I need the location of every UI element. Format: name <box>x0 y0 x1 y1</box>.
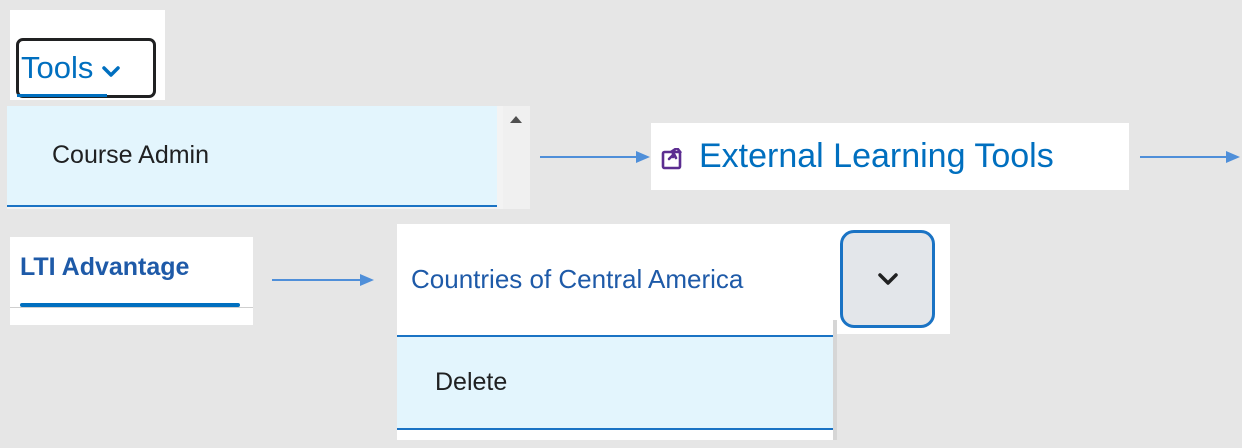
flow-arrow <box>540 151 650 163</box>
tab-lti-advantage[interactable]: LTI Advantage <box>20 237 189 297</box>
chevron-down-icon <box>102 66 121 77</box>
tools-label: Tools <box>21 50 94 85</box>
tools-dropdown-button[interactable]: Tools <box>16 38 156 98</box>
external-learning-tools-label: External Learning Tools <box>699 137 1054 175</box>
flow-arrow <box>272 274 374 286</box>
menu-scrollbar[interactable] <box>503 106 530 209</box>
scroll-up-arrow-icon[interactable] <box>510 116 522 123</box>
tool-link-title[interactable]: Countries of Central America <box>411 254 743 304</box>
course-admin-label: Course Admin <box>52 141 210 169</box>
lti-advantage-panel: LTI Advantage <box>10 237 253 325</box>
delete-label: Delete <box>435 368 508 396</box>
lti-advantage-label: LTI Advantage <box>20 252 190 281</box>
menu-scrollbar[interactable] <box>833 320 837 440</box>
menu-item-course-admin[interactable]: Course Admin <box>7 106 497 207</box>
flow-arrow <box>1140 151 1240 163</box>
menu-item-delete[interactable]: Delete <box>397 335 833 430</box>
external-learning-tools-link[interactable]: External Learning Tools <box>651 123 1054 190</box>
actions-dropdown-button[interactable] <box>840 230 935 328</box>
external-learning-tools-panel: External Learning Tools <box>651 123 1129 190</box>
tab-divider <box>10 307 253 308</box>
chevron-down-icon <box>877 273 898 285</box>
external-tool-icon <box>661 147 683 169</box>
tools-focus-underline <box>17 94 107 97</box>
tools-menu: Course Admin <box>7 106 530 209</box>
actions-menu: Delete <box>397 320 837 440</box>
tools-panel: Tools <box>10 10 165 100</box>
tool-link-row: Countries of Central America <box>397 224 950 334</box>
